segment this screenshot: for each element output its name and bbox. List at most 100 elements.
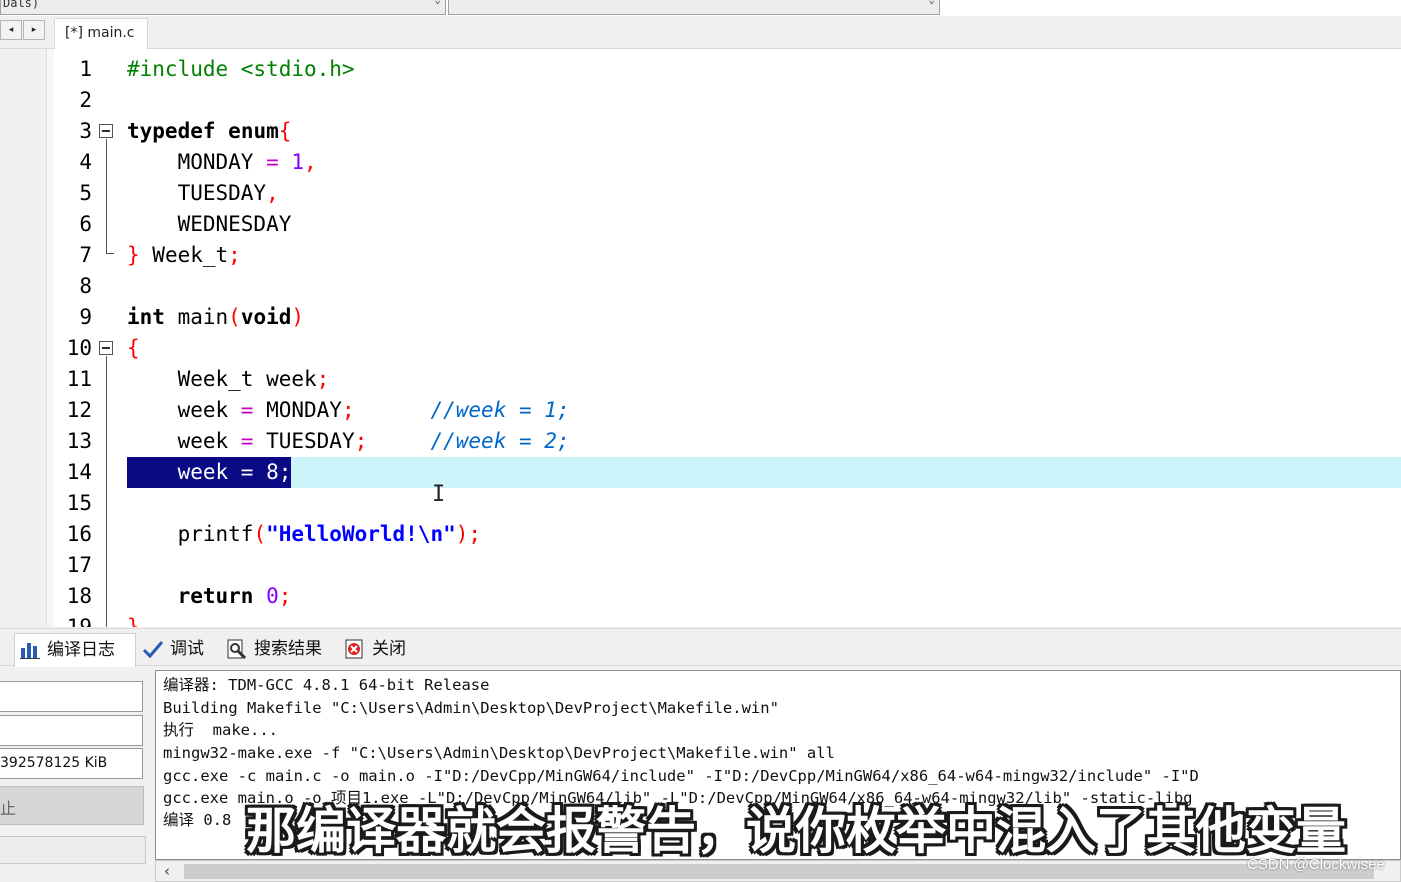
line-text: } bbox=[127, 615, 140, 627]
code-line[interactable]: 7 } Week_t; bbox=[54, 240, 1401, 271]
warnings-field[interactable] bbox=[0, 715, 143, 746]
line-number: 3 bbox=[79, 119, 92, 143]
line-number: 19 bbox=[66, 615, 92, 627]
progress-bar bbox=[0, 836, 146, 864]
tab-scroll-left-button[interactable]: ◂ bbox=[0, 20, 22, 40]
tab-search-results[interactable]: 搜索结果 bbox=[222, 635, 336, 665]
code-line[interactable]: 5 TUESDAY, bbox=[54, 178, 1401, 209]
log-line: Building Makefile "C:\Users\Admin\Deskto… bbox=[163, 699, 779, 717]
line-number: 18 bbox=[66, 584, 92, 608]
tab-label: 编译日志 bbox=[47, 640, 115, 660]
code-line[interactable]: 10 { bbox=[54, 333, 1401, 364]
line-text: int main(void) bbox=[127, 305, 305, 329]
code-line[interactable]: 2 bbox=[54, 85, 1401, 116]
tab-scroll-right-button[interactable]: ▸ bbox=[23, 20, 45, 40]
output-size-value: 392578125 KiB bbox=[0, 755, 108, 771]
code-editor[interactable]: 1 #include <stdio.h> 2 3 typedef enum{ 4… bbox=[54, 49, 1401, 627]
output-size-field[interactable]: 392578125 KiB bbox=[0, 748, 143, 779]
button-label: 止 bbox=[0, 799, 17, 818]
line-text: WEDNESDAY bbox=[127, 212, 292, 236]
selected-text: week = 8; bbox=[127, 457, 292, 488]
line-number: 7 bbox=[79, 243, 92, 267]
class-combo-value: Dals) bbox=[3, 0, 40, 10]
code-line[interactable]: 17 bbox=[54, 550, 1401, 581]
line-number: 12 bbox=[66, 398, 92, 422]
code-line[interactable]: 16 printf("HelloWorld!\n"); bbox=[54, 519, 1401, 550]
scrollbar-thumb[interactable] bbox=[184, 864, 1374, 879]
watermark: CSDN @Clockwisee bbox=[1247, 856, 1385, 873]
compile-stats-panel: 392578125 KiB 止 bbox=[0, 667, 152, 882]
fold-collapse-icon[interactable] bbox=[99, 341, 113, 355]
line-text: { bbox=[127, 336, 140, 360]
close-doc-icon bbox=[345, 639, 363, 659]
text-cursor-icon: I bbox=[432, 482, 446, 507]
code-line-selected[interactable]: 14 week = 8; bbox=[54, 457, 1401, 488]
code-line[interactable]: 4 MONDAY = 1, bbox=[54, 147, 1401, 178]
log-line: 编译 0.8 bbox=[163, 811, 232, 829]
code-line[interactable]: 18 return 0; bbox=[54, 581, 1401, 612]
checkmark-icon bbox=[142, 641, 164, 659]
tab-main-c[interactable]: [*] main.c bbox=[54, 18, 148, 50]
tab-close[interactable]: 关闭 bbox=[340, 635, 420, 665]
code-line[interactable]: 9 int main(void) bbox=[54, 302, 1401, 333]
line-number: 17 bbox=[66, 553, 92, 577]
code-line[interactable]: 11 Week_t week; bbox=[54, 364, 1401, 395]
line-number: 16 bbox=[66, 522, 92, 546]
code-line[interactable]: 13 week = TUESDAY; //week = 2; bbox=[54, 426, 1401, 457]
abort-compile-button[interactable]: 止 bbox=[0, 786, 144, 825]
line-text: printf("HelloWorld!\n"); bbox=[127, 522, 482, 546]
line-number: 5 bbox=[79, 181, 92, 205]
fold-collapse-icon[interactable] bbox=[99, 124, 113, 138]
code-line[interactable]: 6 WEDNESDAY bbox=[54, 209, 1401, 240]
code-line[interactable]: 1 #include <stdio.h> bbox=[54, 54, 1401, 85]
line-number: 10 bbox=[66, 336, 92, 360]
member-combo[interactable]: ⌄ bbox=[448, 0, 940, 15]
code-line[interactable]: 15 bbox=[54, 488, 1401, 519]
line-number: 13 bbox=[66, 429, 92, 453]
panel-splitter[interactable] bbox=[46, 49, 54, 627]
line-number: 8 bbox=[79, 274, 92, 298]
chart-icon bbox=[20, 643, 40, 659]
log-line: gcc.exe -c main.c -o main.o -I"D:/DevCpp… bbox=[163, 767, 1199, 785]
line-number: 1 bbox=[79, 57, 92, 81]
line-text: Week_t week; bbox=[127, 367, 330, 391]
line-number: 15 bbox=[66, 491, 92, 515]
arrow-left-icon[interactable]: ‹ bbox=[164, 862, 170, 880]
code-line[interactable]: 12 week = MONDAY; //week = 1; bbox=[54, 395, 1401, 426]
line-number: 14 bbox=[66, 460, 92, 484]
tab-compile-log[interactable]: 编译日志 bbox=[14, 633, 136, 667]
tab-label: 调试 bbox=[170, 639, 204, 659]
tab-label: [*] main.c bbox=[65, 25, 135, 41]
bottom-panel-tabs: 编译日志 调试 搜索结果 关闭 bbox=[0, 628, 1401, 667]
chevron-down-icon: ⌄ bbox=[434, 0, 441, 5]
editor-tab-bar: ◂ ▸ [*] main.c bbox=[0, 16, 1401, 50]
line-text: return 0; bbox=[177, 584, 292, 608]
code-line[interactable]: 8 bbox=[54, 271, 1401, 302]
line-number: 4 bbox=[79, 150, 92, 174]
chevron-down-icon: ⌄ bbox=[928, 0, 935, 5]
top-toolbar-strip: Dals) ⌄ ⌄ bbox=[0, 0, 1401, 16]
project-panel bbox=[0, 49, 46, 627]
line-text: } Week_t; bbox=[127, 243, 241, 267]
class-combo[interactable]: Dals) ⌄ bbox=[0, 0, 446, 15]
code-line[interactable]: 3 typedef enum{ bbox=[54, 116, 1401, 147]
log-line: mingw32-make.exe -f "C:\Users\Admin\Desk… bbox=[163, 744, 835, 762]
errors-field[interactable] bbox=[0, 681, 143, 712]
line-text: typedef enum{ bbox=[127, 119, 292, 143]
line-text: MONDAY = 1, bbox=[127, 150, 317, 174]
code-line[interactable]: 19 } bbox=[54, 612, 1401, 627]
tab-label: 搜索结果 bbox=[254, 639, 322, 659]
line-text: #include <stdio.h> bbox=[127, 57, 355, 81]
line-number: 11 bbox=[66, 367, 92, 391]
tab-label: 关闭 bbox=[372, 639, 406, 659]
tab-debug[interactable]: 调试 bbox=[138, 635, 218, 665]
line-number: 2 bbox=[79, 88, 92, 112]
search-doc-icon bbox=[227, 639, 247, 659]
arrow-right-icon: ▸ bbox=[31, 25, 37, 35]
video-subtitle: 那编译器就会报警告，说你枚举中混入了其他变量 bbox=[246, 802, 1346, 860]
line-text: week = TUESDAY; //week = 2; bbox=[127, 429, 570, 453]
log-line: 编译器: TDM-GCC 4.8.1 64-bit Release bbox=[163, 676, 490, 694]
log-line: 执行 make... bbox=[163, 721, 278, 739]
line-number: 6 bbox=[79, 212, 92, 236]
line-text: week = MONDAY; //week = 1; bbox=[127, 398, 570, 422]
